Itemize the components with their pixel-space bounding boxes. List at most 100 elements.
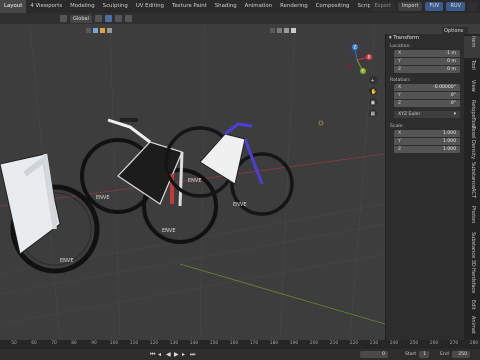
next-keyframe-icon[interactable]: ▸ [182, 351, 185, 358]
timeline-tick-label: 140 [189, 341, 199, 346]
perspective-grid-icon[interactable]: ▦ [371, 111, 376, 117]
view-icon[interactable] [93, 28, 98, 33]
timeline-tick-label: 270 [449, 341, 459, 346]
side-tab-edit[interactable]: Edit [464, 300, 480, 314]
camera-icon[interactable]: ▣ [371, 100, 376, 106]
navigation-gizmo[interactable]: X Z Y [346, 44, 372, 74]
y-axis-line [179, 263, 385, 325]
import-button[interactable]: Import [397, 2, 423, 11]
play-reverse-icon[interactable]: ◀ [166, 351, 171, 358]
side-tab-hardsface[interactable]: Hardsface [464, 268, 480, 298]
viewport-header: Global [0, 13, 480, 24]
tab-texture-paint[interactable]: Texture Paint [168, 0, 211, 13]
timeline-tick-label: 220 [349, 341, 359, 346]
tab-animation[interactable]: Animation [241, 0, 276, 13]
mode-icon[interactable] [86, 28, 91, 33]
tab-uv-editing[interactable]: UV Editing [132, 0, 168, 13]
rotation-mode-dropdown[interactable]: XYZ Euler ▾ [394, 111, 460, 119]
transform-header[interactable]: ▾ Transform [386, 34, 464, 43]
svg-text:ENVE: ENVE [162, 228, 175, 234]
side-tab-act[interactable]: ACT [464, 188, 480, 204]
tab-layout[interactable]: Layout [0, 0, 27, 13]
timeline-ruler[interactable]: 50 60 70 80 90 100 110 120 130 140 150 160 170 180 190… [0, 340, 480, 349]
rotation-x-field[interactable]: X -0.00000° [394, 84, 460, 92]
sidebar-transform-panel: ▾ Transform Location: X -1 m Y0 m Z0 m Ro… [385, 34, 464, 340]
workspace-bar: Layout 4 Viewports Modeling Sculpting UV… [0, 0, 480, 13]
timeline-tick-label: 240 [389, 341, 399, 346]
rotation-z-field[interactable]: Z 0° [394, 100, 460, 108]
rotation-y-field[interactable]: Y 0° [394, 92, 460, 100]
side-tab-substance[interactable]: Substance [464, 162, 480, 188]
topbar-tools: Export Import FUV RUV [370, 0, 480, 13]
snap-icon[interactable] [94, 15, 102, 22]
rotation-label: Rotation: [390, 78, 411, 83]
overlay-icon[interactable] [270, 28, 275, 33]
export-button[interactable]: Export [370, 2, 395, 11]
location-z-field[interactable]: Z0 m [394, 66, 460, 74]
location-x-field[interactable]: X -1 m [394, 50, 460, 58]
fuv-button[interactable]: FUV [425, 2, 444, 11]
side-tab-view[interactable]: View [464, 80, 480, 98]
falloff-icon[interactable] [124, 15, 132, 22]
side-tab-substance-3d[interactable]: Substance 3D [464, 232, 480, 267]
timeline-tick-label: 160 [229, 341, 239, 346]
tab-4-viewports[interactable]: 4 Viewports [26, 0, 66, 13]
side-tab-texel-density[interactable]: Texel Density [464, 126, 480, 160]
timeline-tick-label: 110 [129, 341, 139, 346]
timeline-tick-label: 120 [149, 341, 159, 346]
scale-label: Scale: [390, 124, 404, 129]
transform-pivot-icon[interactable] [60, 15, 67, 22]
zoom-icon[interactable]: + [371, 78, 375, 84]
shading-material-icon[interactable] [291, 28, 296, 33]
scene-canvas[interactable]: ENVE ENVE ENVE ENVE ENVE X Z Y + ✋ ▣ ▦ [0, 24, 385, 340]
timeline-tick-label: 60 [31, 341, 37, 346]
tab-modeling[interactable]: Modeling [66, 0, 99, 13]
timeline-tick-label: 190 [289, 341, 299, 346]
timeline-tick-label: 260 [429, 341, 439, 346]
add-icon[interactable] [107, 28, 112, 33]
timeline-tick-label: 150 [209, 341, 219, 346]
side-tab-animat[interactable]: Animat [464, 316, 480, 338]
scene-icon[interactable] [468, 2, 477, 11]
timeline-tick-label: 230 [369, 341, 379, 346]
proportional-edit-icon[interactable] [104, 15, 112, 22]
location-y-field[interactable]: Y0 m [394, 58, 460, 66]
timeline-tick-label: 80 [71, 341, 77, 346]
jump-start-icon[interactable]: ⏮ [150, 351, 155, 359]
viewport-nav-buttons: + ✋ ▣ ▦ [369, 76, 377, 117]
3d-viewport[interactable]: ENVE ENVE ENVE ENVE ENVE X Z Y + ✋ ▣ ▦ [0, 24, 385, 340]
tab-sculpting[interactable]: Sculpting [99, 0, 132, 13]
ruv-button[interactable]: RUV [446, 2, 465, 11]
shading-solid-icon[interactable] [284, 28, 289, 33]
timeline-tick-label: 70 [51, 341, 57, 346]
play-icon[interactable]: ▶ [174, 351, 179, 358]
xray-icon[interactable] [277, 28, 282, 33]
side-tab-retopoflow[interactable]: Retopoflow [464, 100, 480, 128]
side-tab-photon[interactable]: Photon [464, 206, 480, 230]
current-frame-field[interactable]: 0 [360, 351, 388, 358]
magnet-icon[interactable] [114, 15, 122, 22]
pan-hand-icon[interactable]: ✋ [371, 88, 377, 95]
side-tab-tool[interactable]: Tool [464, 60, 480, 78]
end-frame-field[interactable]: 250 [452, 351, 470, 358]
tab-compositing[interactable]: Compositing [312, 0, 354, 13]
scale-y-field[interactable]: Y 1.000 [394, 138, 460, 146]
location-label: Location: [390, 44, 411, 49]
select-icon[interactable] [100, 28, 105, 33]
timeline-tick-label: 280 [469, 341, 479, 346]
timeline-tick-label: 210 [329, 341, 339, 346]
jump-end-icon[interactable]: ⏭ [190, 351, 195, 359]
tab-shading[interactable]: Shading [211, 0, 241, 13]
tab-rendering[interactable]: Rendering [276, 0, 312, 13]
3d-cursor-icon[interactable] [318, 120, 324, 126]
svg-text:ENVE: ENVE [60, 258, 73, 264]
scale-x-field[interactable]: X 1.000 [394, 130, 460, 138]
orientation-dropdown[interactable]: Global [70, 14, 92, 23]
scale-z-field[interactable]: Z 1.000 [394, 146, 460, 154]
side-tab-item[interactable]: Item [464, 36, 480, 58]
start-frame-field[interactable]: 1 [419, 351, 429, 358]
timeline-tick-label: 250 [409, 341, 419, 346]
timeline[interactable]: 50 60 70 80 90 100 110 120 130 140 150 160 170 180 190… [0, 340, 480, 360]
prev-keyframe-icon[interactable]: ◂ [158, 351, 161, 358]
svg-text:ENVE: ENVE [96, 195, 109, 201]
